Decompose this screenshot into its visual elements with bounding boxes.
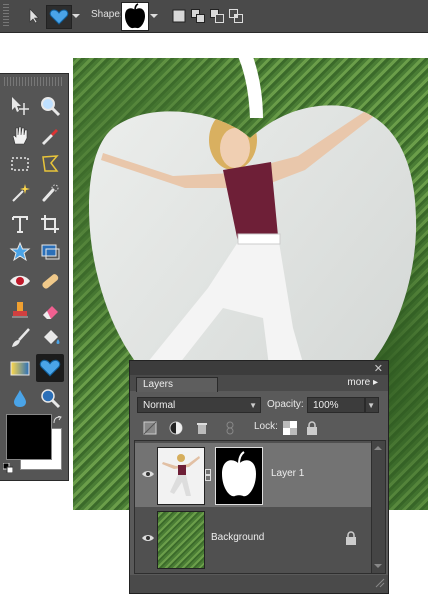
selection-arrow-icon[interactable] [24,5,44,27]
layers-tool-row: Lock: [130,416,388,440]
zoom-tool-icon[interactable] [36,92,64,120]
hand-tool-icon[interactable] [6,121,34,149]
marquee-tool-icon[interactable] [6,150,34,178]
recompose-tool-icon[interactable] [36,238,64,266]
layer-mask-thumbnail[interactable] [215,447,263,505]
more-menu-button[interactable]: more ▸ [347,377,378,388]
foreground-color-swatch[interactable] [6,414,52,460]
layer-name: Background [211,532,265,543]
quick-selection-tool-icon[interactable] [36,179,64,207]
lock-transparent-pixels-icon[interactable] [282,420,298,436]
add-to-shape-icon[interactable] [191,9,205,23]
eyedropper-tool-icon[interactable] [36,121,64,149]
options-bar-grip[interactable] [3,4,9,28]
lasso-tool-icon[interactable] [36,150,64,178]
eye-icon[interactable] [142,533,154,545]
resize-grip-icon[interactable] [375,578,385,591]
woman-photo-thumbnail [158,448,204,504]
toolbox-panel [0,73,69,481]
lock-all-icon[interactable] [304,420,320,436]
eye-icon[interactable] [142,469,154,481]
move-tool-icon[interactable] [6,92,34,120]
brush-tool-icon[interactable] [6,324,34,352]
opacity-dropdown-button[interactable]: ▼ [365,397,379,413]
layer-row-layer-1[interactable]: Layer 1 [135,443,371,507]
layer-thumbnail[interactable] [157,511,205,569]
options-bar: Shape: [0,0,428,33]
spot-healing-tool-icon[interactable] [36,267,64,295]
subtract-shape-icon[interactable] [210,9,224,23]
lock-icon [345,531,357,548]
close-icon[interactable]: ✕ [374,362,383,375]
blend-mode-select[interactable]: Normal ▼ [137,397,261,413]
red-eye-tool-icon[interactable] [6,267,34,295]
custom-shape-tool-icon[interactable] [36,354,64,382]
toolbox-grip[interactable] [4,77,64,86]
layers-panel-titlebar[interactable]: ✕ [130,361,388,375]
eraser-tool-icon[interactable] [36,296,64,324]
crop-tool-icon[interactable] [36,210,64,238]
layer-name: Layer 1 [271,468,305,479]
layers-panel-footer [130,575,388,593]
layer-thumbnail[interactable] [157,447,205,505]
chevron-down-icon: ▼ [249,401,257,410]
sponge-tool-icon[interactable] [36,384,64,412]
apple-shape-icon [125,3,145,29]
blend-controls: Normal ▼ Opacity: 100% ▼ [130,394,388,416]
scroll-up-icon[interactable] [374,442,382,454]
shape-picker[interactable] [121,2,149,31]
create-new-shape-icon[interactable] [172,9,186,23]
shape-label: Shape: [91,9,123,20]
intersect-shape-icon[interactable] [229,9,243,23]
chevron-down-icon[interactable] [149,5,159,27]
gradient-tool-icon[interactable] [6,354,34,382]
chevron-down-icon[interactable] [71,5,81,27]
cookie-cutter-tool-icon[interactable] [6,238,34,266]
tab-layers[interactable]: Layers [136,377,219,392]
opacity-value: 100% [313,400,339,411]
scroll-down-icon[interactable] [374,560,382,572]
clone-stamp-tool-icon[interactable] [6,296,34,324]
mask-link-icon[interactable] [205,469,211,484]
default-colors-icon[interactable] [2,462,14,476]
layer-row-background[interactable]: Background [135,507,371,571]
type-tool-icon[interactable] [6,210,34,238]
apple-mask-icon [222,451,256,497]
blend-mode-value: Normal [143,400,176,411]
layers-list: Layer 1 Background [134,440,372,574]
swap-colors-icon[interactable] [53,415,63,429]
link-icon[interactable] [222,420,238,436]
blur-tool-icon[interactable] [6,384,34,412]
layers-tab-row: Layers more ▸ [130,375,388,392]
magic-wand-tool-icon[interactable] [6,179,34,207]
layers-scrollbar[interactable] [371,440,386,574]
custom-shape-tool-icon[interactable] [46,5,72,29]
lock-label: Lock: [254,421,278,432]
layers-panel: ✕ Layers more ▸ Normal ▼ Opacity: 100% ▼… [129,360,389,594]
chevron-down-icon: ▼ [367,401,375,410]
opacity-label: Opacity: [267,399,304,410]
paint-bucket-tool-icon[interactable] [36,324,64,352]
new-layer-icon[interactable] [142,420,158,436]
opacity-input[interactable]: 100% [307,397,365,413]
adjustment-layer-icon[interactable] [168,420,184,436]
trash-icon[interactable] [194,420,210,436]
